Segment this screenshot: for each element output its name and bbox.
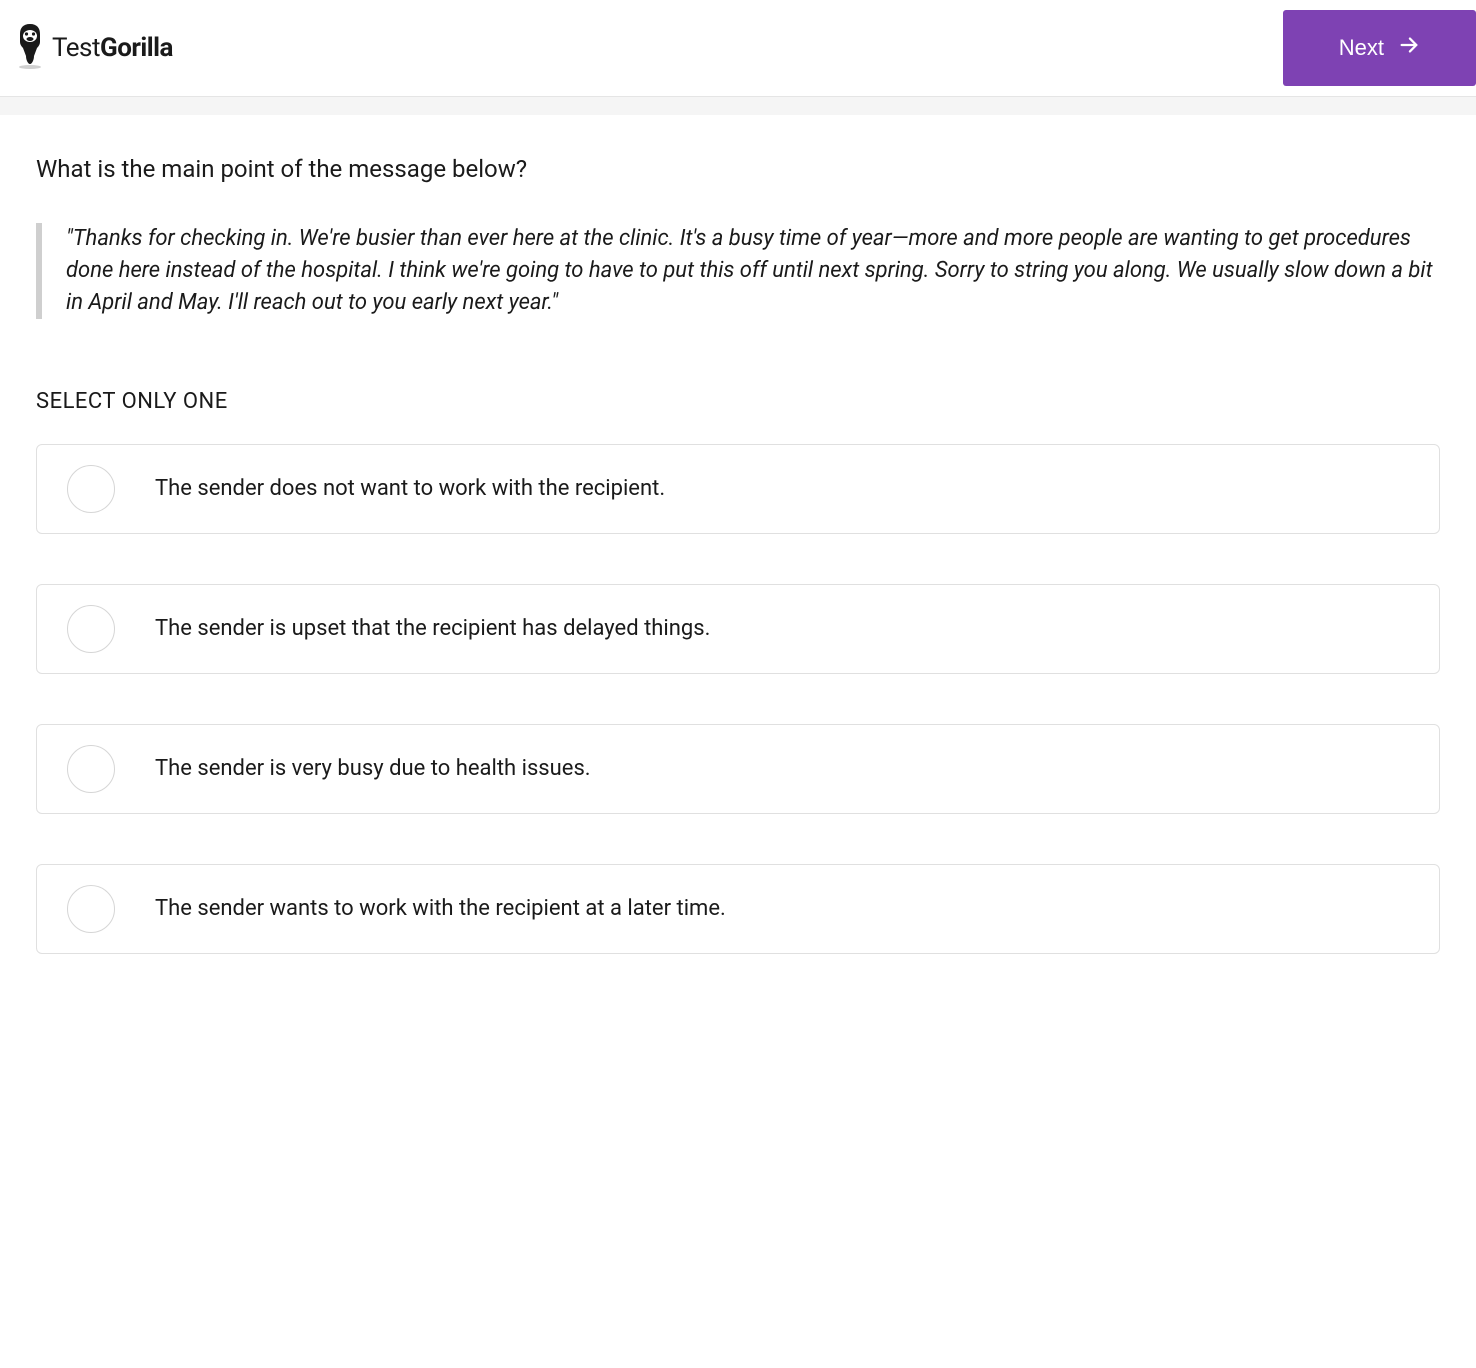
radio-icon (67, 745, 115, 793)
option-1[interactable]: The sender does not want to work with th… (36, 444, 1440, 534)
gorilla-icon (14, 22, 46, 74)
option-2[interactable]: The sender is upset that the recipient h… (36, 584, 1440, 674)
brand-name-light: Test (52, 33, 100, 63)
select-instruction: SELECT ONLY ONE (36, 389, 1440, 414)
option-label: The sender wants to work with the recipi… (155, 896, 726, 921)
separator-bar (0, 97, 1476, 115)
option-3[interactable]: The sender is very busy due to health is… (36, 724, 1440, 814)
option-label: The sender is upset that the recipient h… (155, 616, 710, 641)
next-button[interactable]: Next (1283, 10, 1476, 86)
quote-block: "Thanks for checking in. We're busier th… (36, 223, 1440, 319)
question-content: What is the main point of the message be… (0, 115, 1476, 994)
radio-icon (67, 885, 115, 933)
options-list: The sender does not want to work with th… (36, 444, 1440, 954)
next-button-label: Next (1339, 35, 1384, 61)
option-label: The sender does not want to work with th… (155, 476, 665, 501)
brand-name: TestGorilla (52, 33, 173, 63)
radio-icon (67, 465, 115, 513)
header: TestGorilla Next (0, 0, 1476, 97)
quote-text: "Thanks for checking in. We're busier th… (66, 223, 1440, 319)
radio-icon (67, 605, 115, 653)
brand-name-bold: Gorilla (100, 33, 173, 63)
option-label: The sender is very busy due to health is… (155, 756, 591, 781)
question-title: What is the main point of the message be… (36, 155, 1440, 183)
arrow-right-icon (1398, 34, 1420, 62)
brand-logo: TestGorilla (14, 22, 173, 74)
option-4[interactable]: The sender wants to work with the recipi… (36, 864, 1440, 954)
